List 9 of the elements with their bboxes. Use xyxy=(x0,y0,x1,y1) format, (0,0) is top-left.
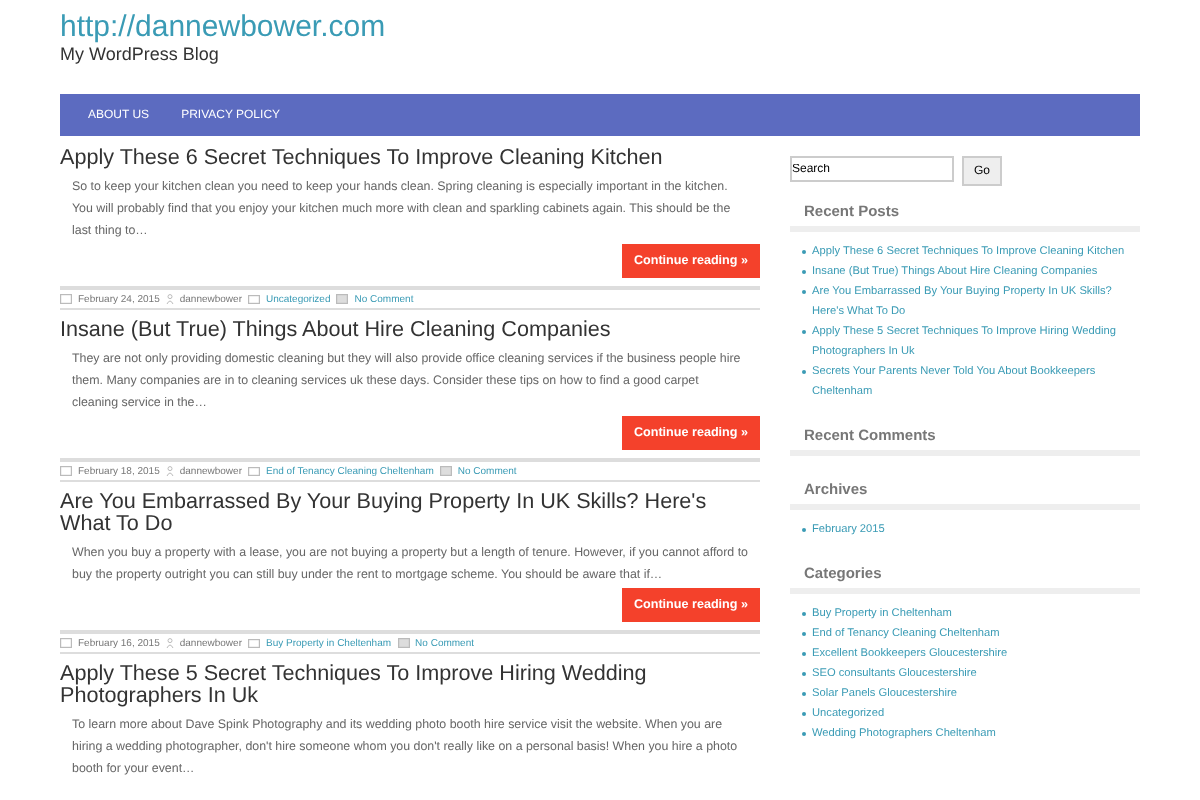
person-icon xyxy=(165,638,174,648)
post-title[interactable]: Insane (But True) Things About Hire Cleaning Companies xyxy=(60,320,760,342)
site-tagline: My WordPress Blog xyxy=(60,44,219,64)
person-icon xyxy=(165,466,174,476)
post-title[interactable]: Are You Embarrassed By Your Buying Property In UK Skills? Here's What To Do xyxy=(60,492,760,536)
post-title[interactable]: Apply These 5 Secret Techniques To Improve Hiring Wedding Photographers In Uk xyxy=(60,664,760,708)
site-title[interactable]: http://dannewbower.com xyxy=(60,10,386,44)
post-title[interactable]: Apply These 6 Secret Techniques To Improve Cleaning Kitchen xyxy=(60,148,760,170)
person-icon xyxy=(165,294,174,304)
